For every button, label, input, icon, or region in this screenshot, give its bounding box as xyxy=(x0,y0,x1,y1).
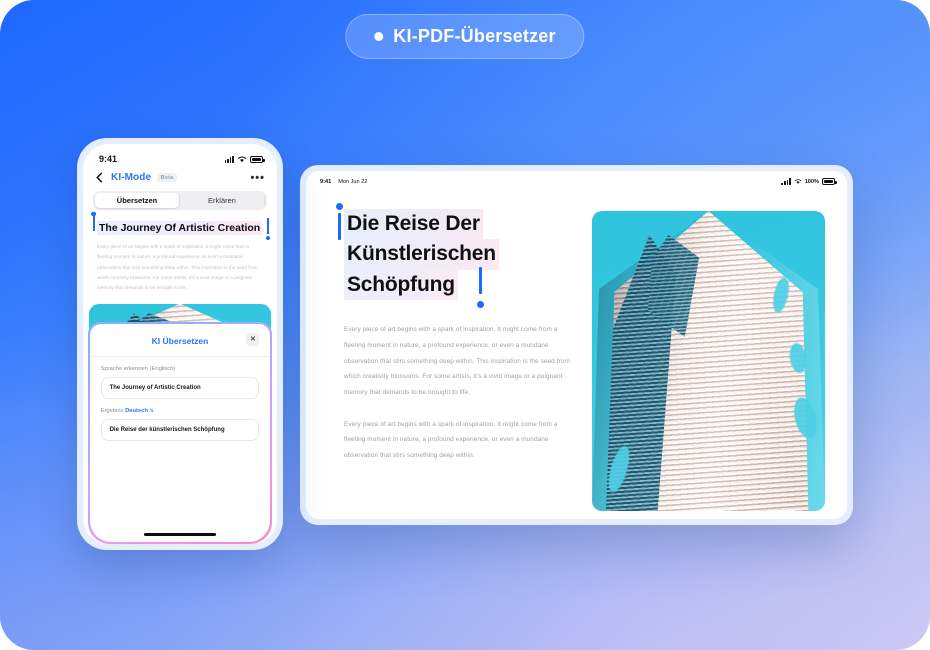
tablet-paragraph: Every piece of art begins with a spark o… xyxy=(344,326,570,397)
phone-device: 9:41 KI-Mode Beta ••• Übersetzen Erkläre… xyxy=(77,138,283,550)
selection-handle-end-icon[interactable] xyxy=(476,301,484,309)
tablet-heading-line: Künstlerischen xyxy=(344,239,499,270)
tablet-text-column: Die Reise Der Künstlerischen Schöpfung E… xyxy=(334,197,570,519)
tablet-article-image xyxy=(592,211,825,511)
selection-bar-end xyxy=(267,218,269,234)
tablet-heading-line: Schöpfung xyxy=(344,269,458,301)
translate-modal: KI Übersetzen ✕ Sprache erkennen (Englis… xyxy=(88,322,272,544)
phone-nav-title: KI-Mode xyxy=(111,172,152,183)
phone-status-icons xyxy=(224,155,265,163)
phone-status-time: 9:41 xyxy=(99,154,118,164)
phone-segmented-control[interactable]: Übersetzen Erklären xyxy=(93,191,267,210)
battery-percent-label: 100% xyxy=(804,178,819,185)
tablet-screen: 9:41 Mon Jun 22 100% Die Reise Der Künst… xyxy=(306,171,847,519)
phone-article: The Journey Of Artistic Creation Every p… xyxy=(83,210,277,294)
divider xyxy=(89,355,271,357)
result-label: Ergebnis xyxy=(100,407,124,414)
phone-status-bar: 9:41 xyxy=(83,144,277,168)
segment-divider xyxy=(264,196,265,205)
tablet-status-right: 100% xyxy=(781,178,837,185)
tablet-content: Die Reise Der Künstlerischen Schöpfung E… xyxy=(306,187,847,519)
page-title-badge: KI-PDF-Übersetzer xyxy=(345,14,585,59)
selection-bar-start xyxy=(338,213,341,240)
cellular-bars-icon xyxy=(781,178,791,185)
phone-heading-selection[interactable]: The Journey Of Artistic Creation xyxy=(91,212,271,240)
wavy-tower-architecture-photo xyxy=(592,211,825,511)
dot-icon xyxy=(374,32,384,41)
wifi-icon xyxy=(794,179,801,184)
cellular-bars-icon xyxy=(224,155,234,163)
chevron-left-icon[interactable] xyxy=(94,172,105,183)
tab-uebersetzen[interactable]: Übersetzen xyxy=(95,193,179,208)
phone-screen: 9:41 KI-Mode Beta ••• Übersetzen Erkläre… xyxy=(83,144,277,544)
tablet-status-time: 9:41 xyxy=(320,178,332,185)
tab-erklaeren[interactable]: Erklären xyxy=(180,193,264,208)
result-language-value[interactable]: Deutsch xyxy=(125,408,148,414)
tablet-status-bar: 9:41 Mon Jun 22 100% xyxy=(306,171,847,187)
badge-label: KI-PDF-Übersetzer xyxy=(393,26,556,46)
result-language-row[interactable]: Ergebnis Deutsch ⇅ xyxy=(101,408,260,414)
tablet-heading-line: Die Reise Der xyxy=(344,209,483,240)
close-icon[interactable]: ✕ xyxy=(246,332,260,346)
selection-handle-start-icon[interactable] xyxy=(336,203,344,210)
translate-modal-title: KI Übersetzen xyxy=(151,335,209,346)
tablet-status-date: Mon Jun 22 xyxy=(338,178,368,185)
app-canvas: KI-PDF-Übersetzer 9:41 KI-Mode Beta ••• … xyxy=(0,0,930,650)
tablet-image-column xyxy=(592,197,825,519)
phone-article-paragraph: Every piece of art begins with a spark o… xyxy=(97,244,258,291)
wifi-icon xyxy=(237,156,247,163)
more-options-icon[interactable]: ••• xyxy=(250,172,265,183)
translate-modal-body: KI Übersetzen ✕ Sprache erkennen (Englis… xyxy=(89,323,271,543)
phone-article-heading: The Journey Of Artistic Creation xyxy=(97,221,263,235)
source-language-label: Sprache erkennen (Englisch) xyxy=(100,365,176,372)
selection-bar-start xyxy=(93,215,95,231)
beta-badge: Beta xyxy=(157,173,177,182)
tablet-device: 9:41 Mon Jun 22 100% Die Reise Der Künst… xyxy=(300,165,853,525)
tablet-paragraph: Every piece of art begins with a spark o… xyxy=(344,420,558,460)
home-indicator[interactable] xyxy=(144,533,216,537)
phone-nav-bar: KI-Mode Beta ••• xyxy=(83,168,277,189)
source-text-box: The Journey of Artistic Creation xyxy=(100,376,260,399)
selection-handle-end-icon[interactable] xyxy=(265,235,271,240)
result-text-box: Die Reise der künstlerischen Schöpfung xyxy=(100,418,260,441)
translate-modal-header: KI Übersetzen ✕ xyxy=(101,332,260,349)
battery-icon xyxy=(250,155,265,163)
chevron-updown-icon[interactable]: ⇅ xyxy=(150,408,154,414)
battery-icon xyxy=(822,178,837,185)
tablet-status-left: 9:41 Mon Jun 22 xyxy=(320,179,367,185)
tablet-heading-selection[interactable]: Die Reise Der Künstlerischen Schöpfung xyxy=(334,203,570,309)
selection-bar-end xyxy=(479,267,482,295)
